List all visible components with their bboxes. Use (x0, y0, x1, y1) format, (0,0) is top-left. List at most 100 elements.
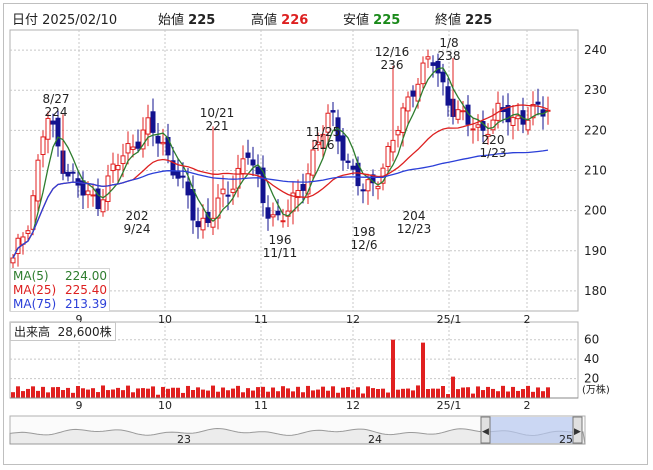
volume-bar (306, 385, 310, 398)
volume-bar (56, 386, 60, 398)
volume-tick-label: 40 (584, 352, 599, 366)
price-tick-label: 190 (584, 244, 607, 258)
candle-body (265, 207, 271, 219)
candle-body (510, 117, 516, 126)
navigator-handle-left-icon[interactable]: ◀ (482, 427, 489, 437)
volume-bar (51, 387, 55, 398)
candle-body (35, 159, 41, 202)
volume-bar (321, 386, 325, 398)
volume-bar (526, 385, 530, 398)
volume-x-tick-label: 2 (524, 399, 531, 412)
volume-bar (391, 339, 395, 398)
candle-body (115, 165, 121, 171)
legend-ma5: MA(5) 224.00 (13, 269, 107, 283)
ma-legend: MA(5) 224.00 MA(25) 225.40 MA(75) 213.39 (10, 268, 110, 312)
volume-bar (201, 389, 205, 398)
volume-bar (151, 386, 155, 398)
volume-tick-label: 20 (584, 372, 599, 386)
volume-bar (176, 387, 180, 398)
candle-body (65, 171, 71, 177)
annotation-value: 224 (45, 105, 68, 119)
volume-bar (196, 387, 200, 398)
candle-body (460, 110, 466, 113)
volume-bar (81, 388, 85, 398)
candle-body (365, 179, 371, 192)
candle-body (475, 124, 481, 128)
candle-body (100, 199, 106, 213)
volume-bar (311, 390, 315, 398)
volume-bar (256, 387, 260, 398)
volume-bar (136, 388, 140, 398)
volume-bar (231, 388, 235, 398)
volume-bar (511, 386, 515, 398)
candle-body (90, 194, 96, 197)
volume-bar (141, 388, 145, 398)
candle-body (420, 62, 426, 85)
volume-bar (101, 385, 105, 398)
candle-body (55, 117, 61, 147)
volume-x-tick-label: 9 (76, 399, 83, 412)
annotation-date: 204 (403, 209, 426, 223)
volume-bar (36, 390, 40, 398)
volume-bar (546, 387, 550, 398)
candle-body (400, 107, 406, 133)
volume-label: 出来高 28,600株 (10, 322, 116, 341)
volume-bar (96, 392, 100, 398)
candle-body (455, 109, 461, 120)
volume-bar (186, 385, 190, 398)
price-x-tick-label: 10 (158, 313, 172, 326)
volume-bar (191, 390, 195, 398)
price-tick-label: 230 (584, 83, 607, 97)
volume-bar (216, 391, 220, 398)
candle-body (405, 96, 411, 112)
volume-bar (131, 392, 135, 398)
volume-x-tick-label: 12 (346, 399, 360, 412)
volume-bar (166, 388, 170, 398)
volume-bar (431, 388, 435, 398)
volume-bar (436, 388, 440, 398)
volume-bar (361, 393, 365, 398)
candle-body (230, 188, 236, 193)
volume-bar (261, 386, 265, 398)
volume-bar (531, 391, 535, 398)
annotation-date: 11/25 (306, 125, 341, 139)
navigator-tick-label: 23 (177, 433, 191, 446)
volume-bar (481, 390, 485, 398)
price-x-tick-label: 12 (346, 313, 360, 326)
volume-bar (31, 386, 35, 398)
annotation-date: 202 (126, 209, 149, 223)
candle-body (470, 128, 476, 131)
navigator-handle-right-icon[interactable]: ▶ (574, 427, 581, 437)
price-x-tick-label: 11 (254, 313, 268, 326)
candle-body (25, 230, 31, 234)
price-tick-label: 210 (584, 164, 607, 178)
volume-bar (466, 387, 470, 398)
candle-body (150, 111, 156, 133)
volume-bar (11, 392, 15, 398)
volume-bar (371, 388, 375, 398)
price-tick-label: 180 (584, 284, 607, 298)
volume-x-tick-label: 25/1 (437, 399, 462, 412)
candle-body (525, 119, 531, 131)
candle-body (185, 181, 191, 196)
candle-body (190, 188, 196, 221)
stock-chart-svg: 1801902002102202302409910101111121225/12… (9, 29, 610, 446)
annotation-value: 221 (206, 119, 229, 133)
legend-ma25: MA(25) 225.40 (13, 283, 107, 297)
volume-bar (326, 390, 330, 398)
volume-bar (446, 394, 450, 398)
volume-bar (296, 386, 300, 398)
volume-bar (356, 387, 360, 398)
candle-body (255, 166, 261, 175)
candle-body (310, 149, 316, 176)
candle-body (390, 139, 396, 153)
candle-body (435, 60, 441, 74)
annotation-value: 1/23 (480, 146, 507, 160)
candle-body (45, 117, 51, 140)
candle-body (410, 90, 416, 97)
volume-bar (346, 387, 350, 398)
annotation-value: 9/24 (124, 222, 151, 236)
price-tick-label: 220 (584, 123, 607, 137)
candle-body (360, 189, 366, 192)
price-tick-label: 200 (584, 204, 607, 218)
